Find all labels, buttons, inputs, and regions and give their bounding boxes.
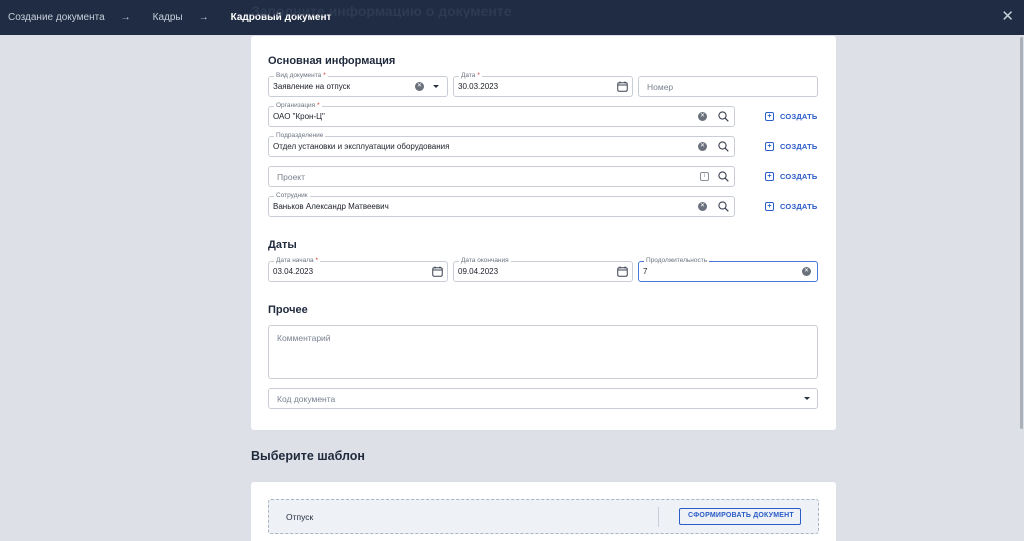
start-date-field[interactable]: Дата начала * 03.04.2023 (268, 256, 448, 282)
department-value: Отдел установки и эксплуатации оборудова… (273, 142, 450, 151)
top-bar: Создание документа → Кадры → Кадровый до… (0, 0, 1024, 35)
search-icon[interactable] (718, 171, 729, 182)
plus-square-icon: + (765, 171, 774, 181)
duration-field[interactable]: Продолжительность 7 ✕ (638, 256, 818, 282)
doc-code-placeholder: Код документа (277, 394, 336, 404)
end-date-label: Дата окончания (459, 256, 511, 265)
chevron-down-icon[interactable] (804, 397, 810, 400)
breadcrumb-arrow-icon: → (198, 12, 209, 23)
department-field[interactable]: Подразделение Отдел установки и эксплуат… (268, 131, 735, 157)
create-department-button[interactable]: + СОЗДАТЬ (765, 140, 818, 152)
divider (658, 507, 659, 527)
date-label: Дата * (459, 71, 482, 80)
breadcrumb-arrow-icon: → (120, 12, 131, 23)
section-title-other: Прочее (268, 304, 308, 316)
organization-value: ОАО "Крон-Ц" (273, 112, 325, 121)
clear-icon[interactable]: ✕ (698, 142, 707, 151)
plus-square-icon: + (765, 141, 774, 151)
scrollbar[interactable] (1020, 37, 1023, 429)
project-field[interactable]: Проект i (268, 166, 735, 187)
duration-value: 7 (643, 267, 648, 276)
breadcrumb-create-document[interactable]: Создание документа (8, 12, 105, 23)
breadcrumb-hr[interactable]: Кадры (153, 12, 183, 23)
clear-icon[interactable]: ✕ (802, 267, 811, 276)
create-employee-button[interactable]: + СОЗДАТЬ (765, 200, 818, 212)
department-label: Подразделение (274, 131, 326, 140)
clear-icon[interactable]: ✕ (698, 112, 707, 121)
doc-code-select[interactable]: Код документа (268, 388, 818, 409)
doc-type-value: Заявление на отпуск (273, 82, 351, 91)
clear-icon[interactable]: ✕ (698, 202, 707, 211)
doc-type-select[interactable]: Вид документа * Заявление на отпуск ✕ (268, 71, 448, 97)
document-form-card: Основная информация Вид документа * Заяв… (251, 36, 836, 430)
calendar-icon[interactable] (617, 266, 628, 277)
project-placeholder: Проект (277, 172, 305, 182)
date-value: 30.03.2023 (458, 82, 499, 91)
search-icon[interactable] (718, 141, 729, 152)
employee-label: Сотрудник (274, 191, 310, 200)
organization-label: Организация * (274, 101, 322, 110)
template-name: Отпуск (286, 512, 314, 522)
doc-type-label: Вид документа * (274, 71, 328, 80)
section-title-basic: Основная информация (268, 55, 396, 67)
number-placeholder: Номер (647, 82, 674, 92)
organization-field[interactable]: Организация * ОАО "Крон-Ц" ✕ (268, 101, 735, 127)
employee-field[interactable]: Сотрудник Ваньков Александр Матвеевич ✕ (268, 191, 735, 217)
generate-document-button[interactable]: СФОРМИРОВАТЬ ДОКУМЕНТ (679, 508, 801, 525)
start-date-value: 03.04.2023 (273, 267, 314, 276)
calendar-icon[interactable] (432, 266, 443, 277)
chevron-down-icon[interactable] (433, 85, 439, 88)
search-icon[interactable] (718, 201, 729, 212)
end-date-value: 09.04.2023 (458, 267, 499, 276)
plus-square-icon: + (765, 111, 774, 121)
clear-icon[interactable]: ✕ (415, 82, 424, 91)
create-organization-button[interactable]: + СОЗДАТЬ (765, 110, 818, 122)
date-field[interactable]: Дата * 30.03.2023 (453, 71, 633, 97)
create-project-button[interactable]: + СОЗДАТЬ (765, 170, 818, 182)
employee-value: Ваньков Александр Матвеевич (273, 202, 389, 211)
page-title-behind: Заполните информацию о документе (251, 3, 512, 18)
calendar-icon[interactable] (617, 81, 628, 92)
templates-title: Выберите шаблон (251, 449, 365, 463)
duration-label: Продолжительность (644, 256, 710, 265)
end-date-field[interactable]: Дата окончания 09.04.2023 (453, 256, 633, 282)
templates-card: Отпуск СФОРМИРОВАТЬ ДОКУМЕНТ (251, 482, 836, 541)
plus-square-icon: + (765, 201, 774, 211)
close-icon[interactable]: ✕ (1001, 9, 1014, 24)
template-row[interactable]: Отпуск СФОРМИРОВАТЬ ДОКУМЕНТ (268, 499, 819, 534)
search-icon[interactable] (718, 111, 729, 122)
info-icon[interactable]: i (700, 172, 709, 181)
start-date-label: Дата начала * (274, 256, 321, 265)
number-field[interactable]: Номер (638, 76, 818, 97)
comment-textarea[interactable]: Комментарий (268, 325, 818, 379)
section-title-dates: Даты (268, 239, 297, 251)
comment-placeholder: Комментарий (277, 333, 331, 343)
